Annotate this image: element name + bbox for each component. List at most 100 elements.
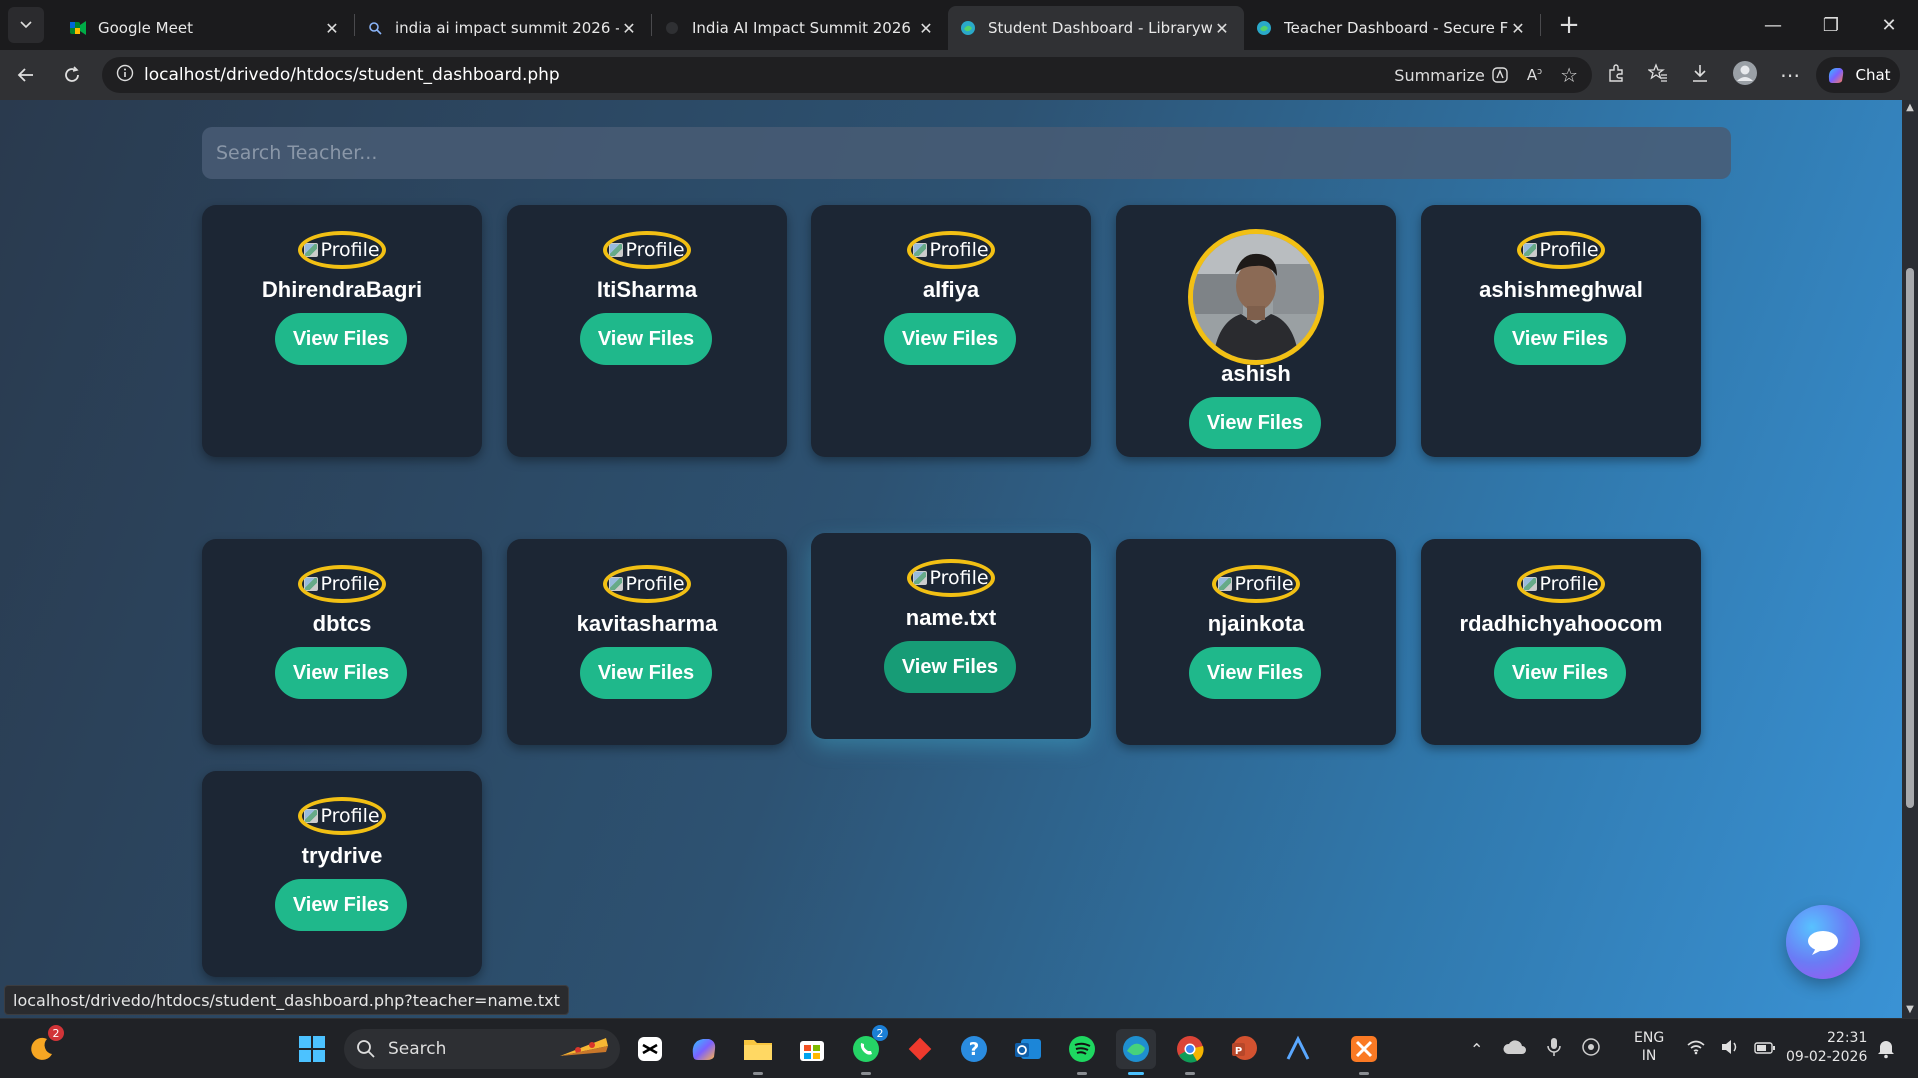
more-menu-icon[interactable]: ⋯ <box>1780 63 1800 87</box>
powerpoint-icon[interactable]: P <box>1224 1029 1264 1069</box>
downloads-icon[interactable] <box>1690 63 1710 87</box>
summarize-button[interactable]: Summarize <box>1394 66 1509 85</box>
anydesk-icon[interactable] <box>900 1029 940 1069</box>
arrow-left-icon <box>17 68 33 82</box>
whatsapp-icon[interactable]: 2 <box>846 1025 888 1075</box>
avatar-alt-text: Profile <box>320 239 380 261</box>
onedrive-cloud-icon[interactable] <box>1503 1039 1527 1059</box>
copilot-app-icon[interactable] <box>684 1029 724 1069</box>
tab-india-ai-summit[interactable]: India AI Impact Summit 2026 ✕ <box>652 6 948 50</box>
tab-google-meet[interactable]: Google Meet ✕ <box>58 6 354 50</box>
teacher-name: ItiSharma <box>596 277 698 302</box>
edge-browser-icon[interactable] <box>1116 1029 1156 1075</box>
info-icon[interactable] <box>116 64 134 86</box>
outlook-icon[interactable] <box>1008 1029 1048 1069</box>
file-explorer-icon[interactable] <box>738 1029 778 1075</box>
show-hidden-icons-chevron-icon[interactable]: ⌃ <box>1470 1040 1483 1059</box>
read-aloud-icon[interactable]: Aↄ <box>1527 66 1542 84</box>
avatar-alt-text: Profile <box>1539 239 1599 261</box>
system-clock[interactable]: 22:31 09-02-2026 <box>1786 1029 1867 1067</box>
chatbot-fab-button[interactable] <box>1786 905 1860 979</box>
scroll-up-icon[interactable]: ▲ <box>1904 102 1916 114</box>
tab-teacher-dashboard[interactable]: Teacher Dashboard - Secure File M ✕ <box>1244 6 1540 50</box>
view-files-button[interactable]: View Files <box>275 647 407 699</box>
scroll-down-icon[interactable]: ▼ <box>1904 1004 1916 1016</box>
extensions-icon[interactable] <box>1606 63 1626 87</box>
edge-icon <box>1256 20 1272 36</box>
view-files-button[interactable]: View Files <box>1189 647 1321 699</box>
view-files-button[interactable]: View Files <box>1494 313 1626 365</box>
chrome-icon[interactable] <box>1170 1029 1210 1075</box>
address-bar[interactable]: localhost/drivedo/htdocs/student_dashboa… <box>102 57 1592 93</box>
view-files-button[interactable]: View Files <box>884 313 1016 365</box>
view-files-button[interactable]: View Files <box>1189 397 1321 449</box>
copilot-chat-button[interactable]: Chat <box>1816 57 1900 93</box>
link-status-tooltip: localhost/drivedo/htdocs/student_dashboa… <box>4 985 569 1015</box>
search-icon <box>367 20 383 36</box>
tab-search-results[interactable]: india ai impact summit 2026 - Sear ✕ <box>355 6 651 50</box>
capcut-icon[interactable] <box>630 1029 670 1069</box>
view-files-button[interactable]: View Files <box>275 879 407 931</box>
broken-image-icon <box>304 577 319 591</box>
close-tab-icon[interactable]: ✕ <box>1212 19 1232 38</box>
arc-app-icon[interactable] <box>1278 1029 1318 1069</box>
back-button[interactable] <box>6 55 46 95</box>
notification-center-icon[interactable] <box>1868 1029 1904 1069</box>
favorite-star-icon[interactable]: ☆ <box>1560 63 1578 87</box>
scrollbar-thumb[interactable] <box>1906 268 1914 808</box>
close-window-icon[interactable]: ✕ <box>1860 0 1918 50</box>
taskbar-search[interactable]: Search <box>344 1029 620 1069</box>
quick-settings[interactable] <box>1686 1019 1776 1078</box>
avatar-alt-text: Profile <box>929 239 989 261</box>
profile-avatar-icon[interactable] <box>1732 60 1758 90</box>
profile-avatar: Profile <box>603 565 691 603</box>
widgets-button[interactable]: 2 <box>22 1025 64 1069</box>
microsoft-store-icon[interactable] <box>792 1029 832 1069</box>
page-scrollbar[interactable]: ▲ ▼ <box>1902 100 1918 1018</box>
tab-actions-menu-button[interactable] <box>8 7 44 43</box>
profile-avatar: Profile <box>298 565 386 603</box>
xampp-icon[interactable] <box>1344 1029 1384 1075</box>
svg-text:P: P <box>1235 1046 1242 1057</box>
teacher-search-box[interactable] <box>202 127 1731 179</box>
minimize-icon[interactable]: — <box>1744 0 1802 50</box>
broken-image-icon <box>1218 577 1233 591</box>
close-tab-icon[interactable]: ✕ <box>916 19 936 38</box>
teacher-card: Profile kavitasharma View Files <box>507 539 787 745</box>
profile-avatar: Profile <box>298 797 386 835</box>
restore-icon[interactable]: ❐ <box>1802 0 1860 50</box>
profile-avatar: Profile <box>1517 565 1605 603</box>
windows-taskbar: 2 Search 2 ? P ⌃ ENG IN 22:31 09-02-2026 <box>0 1018 1918 1078</box>
favorites-icon[interactable] <box>1647 63 1668 87</box>
view-files-button[interactable]: View Files <box>580 313 712 365</box>
help-icon[interactable]: ? <box>954 1029 994 1069</box>
windows-logo-icon <box>299 1036 325 1062</box>
running-indicator <box>1359 1072 1369 1075</box>
view-files-button[interactable]: View Files <box>884 641 1016 693</box>
teacher-name: ashish <box>1221 361 1291 386</box>
broken-image-icon <box>304 243 319 257</box>
view-files-button[interactable]: View Files <box>275 313 407 365</box>
url-text[interactable]: localhost/drivedo/htdocs/student_dashboa… <box>144 65 1394 85</box>
battery-icon <box>1754 1040 1776 1059</box>
close-tab-icon[interactable]: ✕ <box>1508 19 1528 38</box>
close-tab-icon[interactable]: ✕ <box>322 19 342 38</box>
new-tab-button[interactable]: + <box>1551 7 1587 43</box>
start-button[interactable] <box>292 1029 332 1069</box>
microphone-icon[interactable] <box>1547 1037 1562 1061</box>
location-shield-icon[interactable] <box>1581 1037 1601 1061</box>
profile-avatar: Profile <box>907 231 995 269</box>
refresh-button[interactable] <box>52 55 92 95</box>
avatar-alt-text: Profile <box>625 239 685 261</box>
page-viewport: Profile DhirendraBagri View Files Profil… <box>0 100 1918 1018</box>
view-files-button[interactable]: View Files <box>1494 647 1626 699</box>
copilot-summarize-icon <box>1492 67 1508 83</box>
teacher-search-input[interactable] <box>202 127 1731 179</box>
spotify-icon[interactable] <box>1062 1029 1102 1075</box>
tab-student-dashboard[interactable]: Student Dashboard - Librarywithak ✕ <box>948 6 1244 50</box>
input-language-indicator[interactable]: ENG IN <box>1634 1029 1664 1065</box>
close-tab-icon[interactable]: ✕ <box>619 19 639 38</box>
broken-image-icon <box>609 243 624 257</box>
running-indicator <box>753 1072 763 1075</box>
view-files-button[interactable]: View Files <box>580 647 712 699</box>
